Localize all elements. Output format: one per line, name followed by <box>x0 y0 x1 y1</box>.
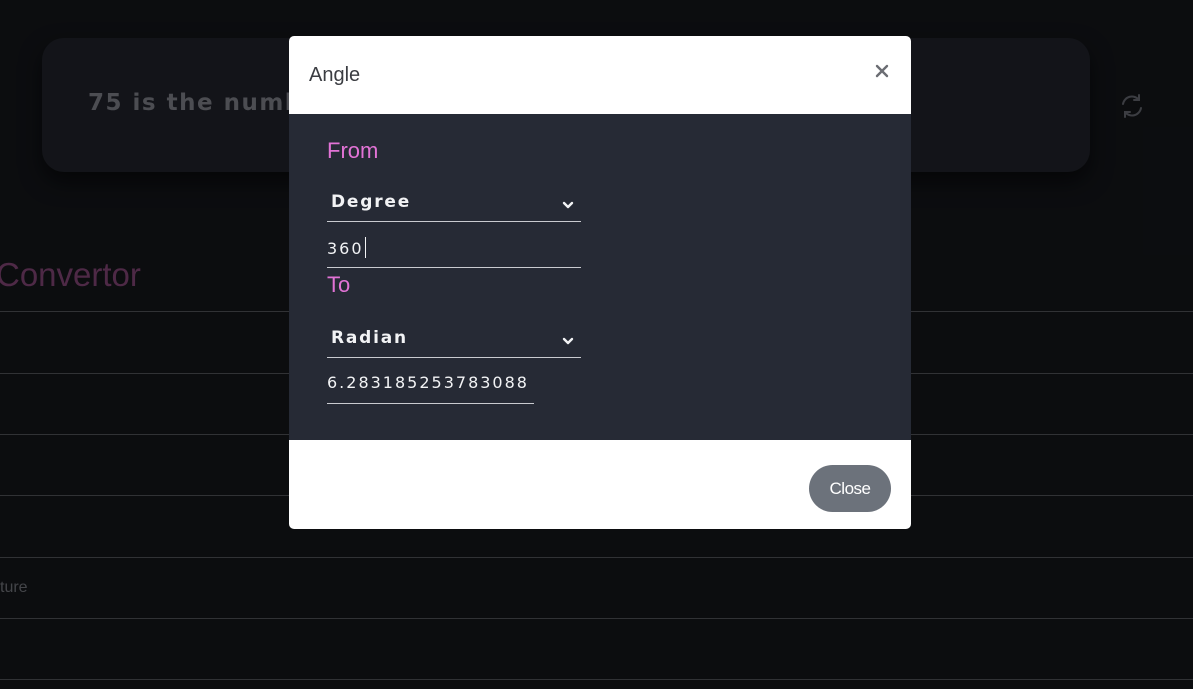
chevron-down-icon <box>561 197 575 211</box>
to-value-text: 6.283185253783088 <box>327 373 529 392</box>
to-label: To <box>327 272 351 297</box>
modal-header: Angle <box>289 36 911 114</box>
from-label: From <box>327 138 379 163</box>
from-unit-value: Degree <box>331 192 412 212</box>
chevron-down-icon <box>561 333 575 347</box>
from-value-input[interactable]: 360 <box>327 234 581 268</box>
text-cursor <box>364 237 366 258</box>
to-unit-value: Radian <box>331 328 408 348</box>
angle-converter-modal: Angle From Degree 360 To Radian 6.283185… <box>289 36 911 529</box>
to-unit-select[interactable]: Radian <box>327 324 581 358</box>
from-value-text: 360 <box>327 237 366 258</box>
to-value-output[interactable]: 6.283185253783088 <box>327 370 534 404</box>
modal-footer: Close <box>289 440 911 529</box>
modal-title: Angle <box>309 64 361 86</box>
close-button[interactable]: Close <box>809 465 891 512</box>
close-icon[interactable] <box>873 62 891 80</box>
modal-body: From Degree 360 To Radian 6.283185253783… <box>289 114 911 440</box>
from-unit-select[interactable]: Degree <box>327 188 581 222</box>
